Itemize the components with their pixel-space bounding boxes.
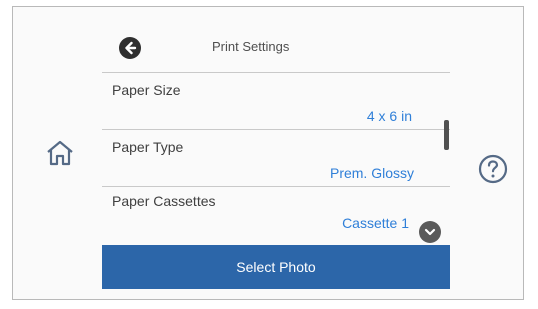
home-button[interactable] [44,138,76,168]
setting-paper-size[interactable]: Paper Size 4 x 6 in [102,73,450,129]
setting-label: Paper Cassettes [112,193,216,209]
setting-paper-type[interactable]: Paper Type Prem. Glossy [102,130,450,186]
back-arrow-icon [119,37,141,59]
home-icon [47,140,73,166]
page-title: Print Settings [212,39,290,54]
scroll-down-button[interactable] [419,221,441,243]
chevron-down-icon [424,228,436,236]
setting-value: Prem. Glossy [329,165,414,181]
settings-list: Paper Size 4 x 6 in Paper Type Prem. Glo… [102,72,450,239]
select-photo-button[interactable]: Select Photo [102,245,450,289]
setting-value: 4 x 6 in [366,108,412,124]
setting-paper-cassettes[interactable]: Paper Cassettes Cassette 1 [102,187,450,239]
back-button[interactable] [118,36,142,60]
help-icon [478,154,508,184]
help-button[interactable] [477,153,509,185]
scrollbar[interactable] [444,120,449,150]
setting-value: Cassette 1 [342,215,409,231]
header: Print Settings [102,28,452,68]
setting-label: Paper Size [112,82,181,98]
setting-label: Paper Type [112,139,184,155]
